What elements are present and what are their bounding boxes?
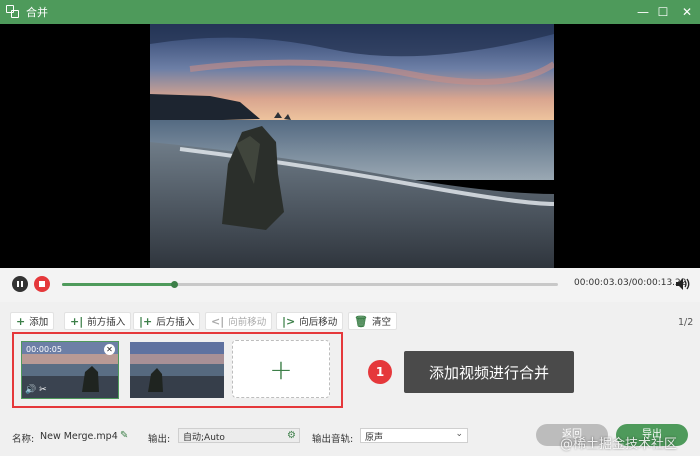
move-backward-label: 向后移动 — [299, 317, 338, 328]
timecode: 00:00:03.03/00:00:13.22 — [574, 278, 687, 288]
page-count: 1/2 — [678, 317, 694, 328]
progress-knob[interactable] — [170, 281, 178, 288]
output-format-field[interactable]: 自动;Auto ⚙ — [178, 428, 300, 443]
clear-button[interactable]: 🗑 清空 — [348, 312, 397, 330]
window-title: 合并 — [26, 6, 48, 19]
file-name: New Merge.mp4 — [40, 431, 118, 442]
title-bar: 合并 — ☐ ✕ — [0, 0, 700, 24]
merge-app-icon — [6, 5, 20, 19]
gear-icon[interactable]: ⚙ — [287, 430, 296, 441]
move-forward-button[interactable]: <| 向前移动 — [205, 312, 273, 330]
step-number-badge: 1 — [368, 360, 392, 384]
clip-2-image — [130, 342, 224, 398]
audio-track-label: 输出音轨: — [312, 434, 354, 445]
volume-icon[interactable] — [675, 277, 691, 291]
clear-label: 清空 — [371, 317, 391, 328]
maximize-icon[interactable]: ☐ — [650, 0, 676, 24]
audio-track-select[interactable]: 原声 ⌄ — [360, 428, 468, 443]
insert-after-button[interactable]: |+ 后方插入 — [133, 312, 201, 330]
add-label: 添加 — [29, 317, 49, 328]
move-forward-icon: <| — [211, 314, 225, 328]
watermark: @稀土掘金技术社区 — [560, 437, 678, 452]
audio-track-value: 原声 — [365, 433, 384, 443]
clip-audio-cut-icons[interactable]: 🔊 ✂ — [25, 385, 47, 395]
chevron-down-icon: ⌄ — [455, 429, 463, 439]
close-icon[interactable]: ✕ — [104, 344, 115, 355]
progress-fill — [62, 283, 174, 286]
trash-icon: 🗑 — [354, 314, 368, 328]
plus-icon: + — [16, 314, 26, 328]
preview-frame — [150, 24, 554, 268]
move-backward-icon: |> — [282, 314, 296, 328]
insert-before-icon: +| — [70, 314, 84, 328]
insert-before-label: 前方插入 — [87, 317, 126, 328]
add-button[interactable]: + 添加 — [10, 312, 55, 330]
video-preview — [0, 24, 700, 268]
close-icon[interactable]: ✕ — [674, 0, 700, 24]
output-format-value: 自动;Auto — [183, 433, 225, 443]
playback-bar: 00:00:03.03/00:00:13.22 — [0, 268, 700, 302]
clip-duration: 00:00:05 — [26, 345, 62, 354]
insert-before-button[interactable]: +| 前方插入 — [64, 312, 132, 330]
move-forward-label: 向前移动 — [228, 317, 267, 328]
pencil-icon[interactable]: ✎ — [120, 430, 128, 441]
progress-slider[interactable] — [62, 281, 558, 288]
stop-button[interactable] — [34, 276, 50, 292]
pause-button[interactable] — [12, 276, 28, 292]
clip-thumbnail-1[interactable]: 00:00:05 ✕ 🔊 ✂ — [21, 341, 119, 399]
name-label: 名称: — [12, 434, 35, 445]
clip-thumbnail-2[interactable] — [130, 342, 224, 398]
insert-after-icon: |+ — [139, 314, 153, 328]
insert-after-label: 后方插入 — [156, 317, 195, 328]
move-backward-button[interactable]: |> 向后移动 — [276, 312, 344, 330]
plus-icon: + — [269, 352, 293, 386]
output-label: 输出: — [148, 434, 171, 445]
clip-toolbar: + 添加 +| 前方插入 |+ 后方插入 <| 向前移动 |> 向后移动 🗑 清… — [0, 312, 700, 332]
add-clip-button[interactable]: + — [232, 340, 330, 398]
instruction-callout: 添加视频进行合并 — [404, 351, 574, 393]
clip-strip: 00:00:05 ✕ 🔊 ✂ + — [12, 332, 343, 408]
